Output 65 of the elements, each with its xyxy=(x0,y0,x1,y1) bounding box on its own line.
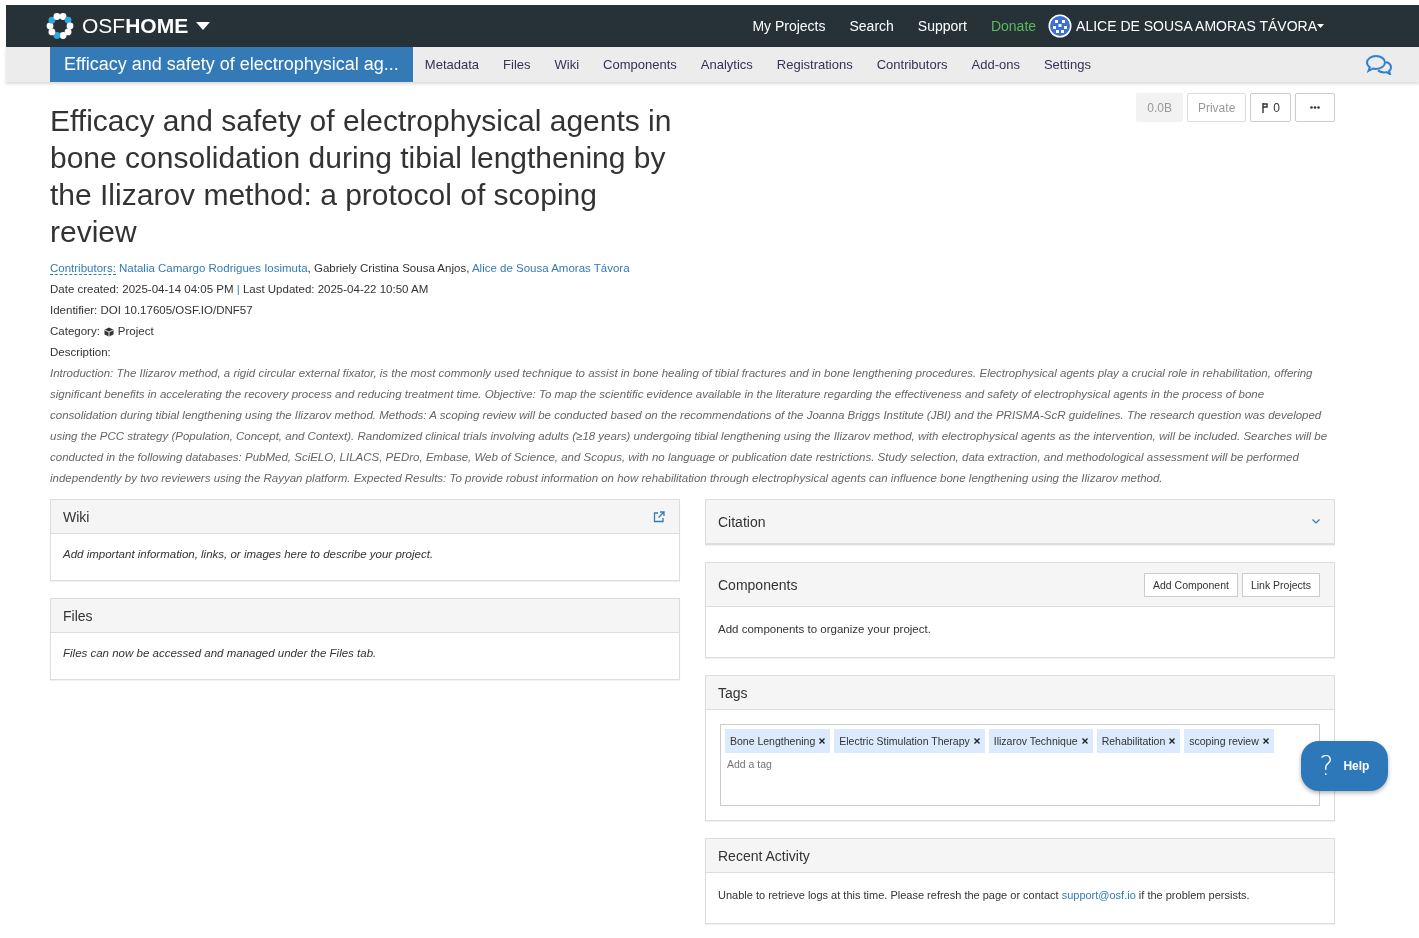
project-tab[interactable]: Add-ons xyxy=(959,47,1032,82)
chat-icon[interactable] xyxy=(1366,54,1392,75)
external-link-icon[interactable] xyxy=(653,510,665,523)
logo-icon xyxy=(46,12,74,40)
support-email-link[interactable]: support@osf.io xyxy=(1061,889,1136,901)
cube-icon xyxy=(103,326,114,337)
remove-icon[interactable] xyxy=(1169,738,1176,744)
description-label: Description: xyxy=(50,345,112,360)
remove-icon[interactable] xyxy=(1262,738,1269,744)
project-tab[interactable]: Wiki xyxy=(542,47,592,82)
remove-icon[interactable] xyxy=(819,738,826,744)
category-value: Project xyxy=(117,324,154,339)
avatar-icon[interactable] xyxy=(1048,14,1073,38)
project-tab[interactable]: Registrations xyxy=(764,47,865,82)
user-menu[interactable]: ALICE DE SOUSA AMORAS TÁVORA xyxy=(1076,18,1317,34)
description-text: Introduction: The Ilizarov method, a rigid circular external fixator, is the most commonly used technique to assist in bone healing of tibial fractures and in bone lengthening procedures. Electrophysical agents play a crucial role in rehabilitation, offering significant benefits in accelerating the recovery process and reducing treatment time. Objective: To map the scientific evidence available in the literature regarding the effectiveness and safety of electrophysical agents in the process of bone consolidation during tibial lengthening using the Ilizarov method. Methods: A scoping review will be conducted based on the recommendations of the Joanna Briggs Institute (JBI) and the PRISMA-ScR guidelines. The research question was developed using the PCC strategy (Population, Concept, and Context). Randomized clinical trials involving adults (≥18 years) undergoing tibial lengthening using the Ilizarov method, with electrophysical agents as the intervention, will be included. Searches will be conducted in the following databases: PubMed, SciELO, LILACS, PEDro, Embase, Web of Science, and Scopus, with no language or publication date restrictions. Study selection, data extraction, and methodological assessment will be performed independently by two reviewers using the Rayyan platform. Expected Results: To provide robust information on how rehabilitation through electrophysical agents can influence bone lengthening using the Ilizarov method. xyxy=(50,366,1329,486)
help-button[interactable]: ? Help xyxy=(1301,741,1388,791)
files-note: Files can now be accessed and managed under the Files tab. xyxy=(63,647,378,659)
project-tab[interactable]: Analytics xyxy=(688,47,765,82)
fork-button[interactable]: 0 xyxy=(1250,93,1291,122)
panel-title: Files xyxy=(63,607,93,624)
panel-title: Tags xyxy=(718,684,748,701)
tag: Electric Stimulation Therapy xyxy=(834,729,985,753)
tag-input[interactable]: Add a tag xyxy=(725,757,819,771)
project-tab[interactable]: Metadata xyxy=(412,47,492,82)
panel-title: Recent Activity xyxy=(718,847,810,864)
nav-link[interactable]: My Projects xyxy=(740,18,838,34)
tag: Ilizarov Technique xyxy=(988,729,1093,753)
more-icon xyxy=(1310,106,1320,109)
activity-message: Unable to retrieve logs at this time. Please refresh the page or contact support@osf.io if the problem persists. xyxy=(718,888,1251,903)
panel-title: Components xyxy=(718,576,798,593)
fork-icon xyxy=(1261,102,1270,113)
project-tab[interactable]: Efficacy and safety of electrophysical ag... xyxy=(50,47,413,82)
project-title: Efficacy and safety of electrophysical agents in bone consolidation during tibial lengthening by the Ilizarov method: a protocol of scoping review xyxy=(50,103,673,250)
project-tab[interactable]: Contributors xyxy=(864,47,960,82)
tags-field[interactable]: Bone Lengthening Electric Stimulation Therapy Ilizarov Technique Rehabilitation scoping review Add a tag xyxy=(720,724,1320,806)
category-label: Category: xyxy=(50,324,100,339)
identifier-line: Identifier: DOI 10.17605/OSF.IO/DNF57 xyxy=(50,303,254,318)
date-line: Date created: 2025-04-14 04:05 PM | Last Updated: 2025-04-22 10:50 AM xyxy=(50,282,430,297)
caret-icon[interactable] xyxy=(196,22,211,30)
wiki-placeholder-text: Add important information, links, or images here to describe your project. xyxy=(63,548,435,560)
nav-link[interactable]: Support xyxy=(905,18,979,34)
chevron-icon[interactable] xyxy=(1312,519,1320,524)
tag: Rehabilitation xyxy=(1096,729,1181,753)
brand-name[interactable]: OSFHOME xyxy=(82,14,189,38)
storage-size: 0.0B xyxy=(1136,93,1183,122)
tag: scoping review xyxy=(1184,729,1274,753)
remove-icon[interactable] xyxy=(1081,738,1088,744)
nav-link[interactable]: Search xyxy=(837,18,906,34)
panel-button[interactable]: Add Component xyxy=(1144,572,1238,597)
panel-title: Citation xyxy=(718,513,766,530)
contributor-link[interactable]: Alice de Sousa Amoras Távora xyxy=(471,262,630,274)
project-tab[interactable]: Components xyxy=(591,47,689,82)
contributor-link[interactable]: Natalia Camargo Rodrigues Iosimuta xyxy=(119,262,308,274)
project-tab[interactable]: Files xyxy=(491,47,543,82)
caret-icon[interactable] xyxy=(1317,24,1324,28)
remove-icon[interactable] xyxy=(973,738,980,744)
components-empty-text: Add components to organize your project. xyxy=(718,622,932,637)
tag: Bone Lengthening xyxy=(725,729,831,753)
panel-title: Wiki xyxy=(63,508,90,525)
project-tab[interactable]: Settings xyxy=(1031,47,1103,82)
contributors-line: Contributors: Natalia Camargo Rodrigues Iosimuta, Gabriely Cristina Sousa Anjos, Alice de Sousa Amoras Távora xyxy=(50,261,631,277)
nav-link[interactable]: Donate xyxy=(978,18,1049,34)
visibility-badge: Private xyxy=(1186,93,1247,122)
panel-button[interactable]: Link Projects xyxy=(1241,572,1320,597)
